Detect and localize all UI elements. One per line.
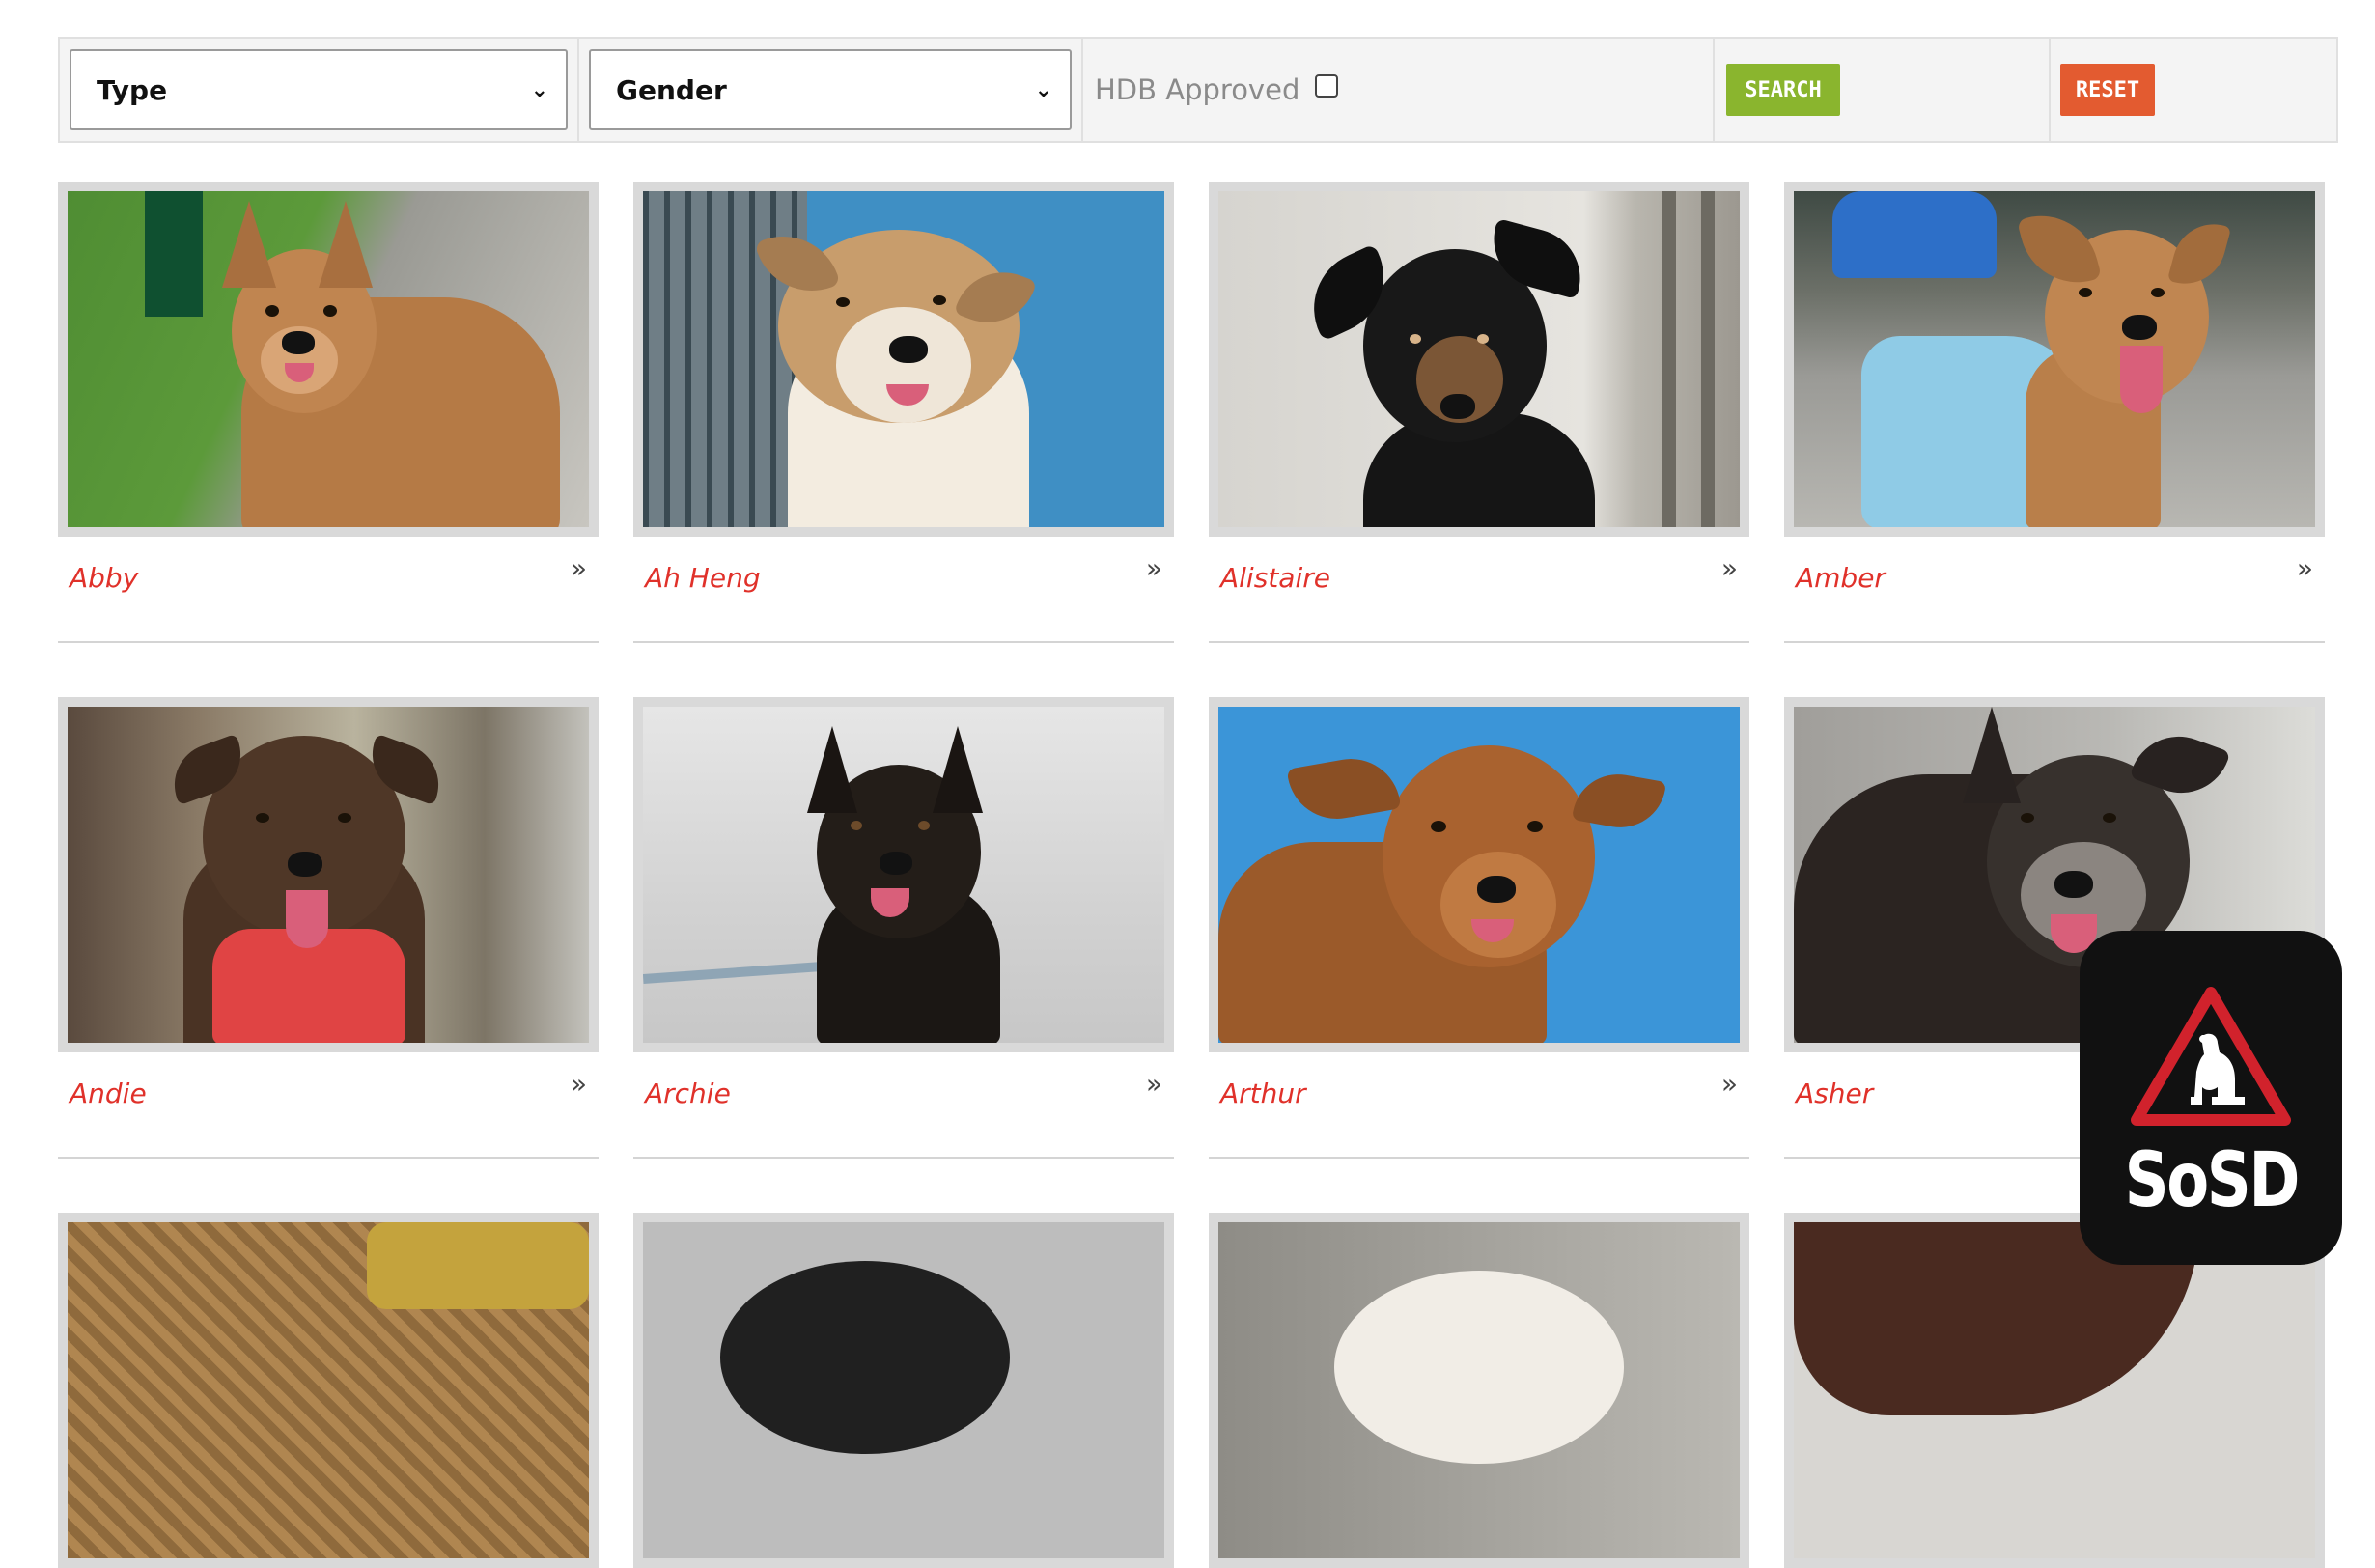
dog-name-link[interactable]: Arthur (1220, 1078, 1306, 1109)
photo-frame (58, 182, 599, 537)
photo-frame (1209, 697, 1749, 1052)
dog-card[interactable] (633, 1213, 1174, 1568)
dog-name-link[interactable]: Andie (70, 1078, 147, 1109)
hdb-approved-checkbox[interactable] (1315, 74, 1339, 98)
dog-photo[interactable] (1794, 191, 2315, 527)
dog-name-link[interactable]: Alistaire (1220, 562, 1330, 594)
dog-caption: Andie » (58, 1052, 599, 1159)
search-button[interactable]: SEARCH (1726, 64, 1840, 116)
dog-photo[interactable] (68, 191, 589, 527)
dog-caption: Ah Heng » (633, 537, 1174, 643)
dog-caption: Amber » (1784, 537, 2325, 643)
photo-frame (633, 182, 1174, 537)
double-chevron-right-icon[interactable]: » (1146, 1068, 1162, 1100)
dog-card[interactable]: Andie » (58, 697, 599, 1159)
dog-card[interactable]: Amber » (1784, 182, 2325, 643)
dog-caption: Arthur » (1209, 1052, 1749, 1159)
double-chevron-right-icon[interactable]: » (1721, 1068, 1738, 1100)
dog-photo[interactable] (643, 707, 1164, 1043)
dog-photo[interactable] (1218, 191, 1740, 527)
sosd-logo-text: SoSD (2124, 1137, 2300, 1224)
double-chevron-right-icon[interactable]: » (571, 1068, 587, 1100)
gender-filter-cell: Gender ⌄ (579, 39, 1083, 141)
dog-card[interactable] (1784, 1213, 2325, 1568)
dog-card[interactable]: Archie » (633, 697, 1174, 1159)
reset-cell: RESET (2051, 39, 2336, 141)
gender-select-value: Gender (616, 73, 727, 106)
photo-frame (1209, 182, 1749, 537)
photo-frame (1784, 182, 2325, 537)
photo-frame (58, 1213, 599, 1568)
hdb-approved-label: HDB Approved (1095, 73, 1300, 106)
dog-name-link[interactable]: Amber (1796, 562, 1886, 594)
double-chevron-right-icon[interactable]: » (1146, 552, 1162, 584)
dog-photo[interactable] (643, 191, 1164, 527)
dog-caption: Alistaire » (1209, 537, 1749, 643)
dog-photo[interactable] (1794, 1222, 2315, 1558)
dog-card[interactable]: Alistaire » (1209, 182, 1749, 643)
chevron-down-icon: ⌄ (1034, 77, 1052, 102)
photo-frame (1209, 1213, 1749, 1568)
dog-name-link[interactable]: Asher (1796, 1078, 1873, 1109)
dog-photo[interactable] (68, 1222, 589, 1558)
double-chevron-right-icon[interactable]: » (1721, 552, 1738, 584)
photo-frame (633, 1213, 1174, 1568)
double-chevron-right-icon[interactable]: » (2297, 552, 2313, 584)
dog-card[interactable]: Arthur » (1209, 697, 1749, 1159)
type-select[interactable]: Type ⌄ (70, 49, 568, 130)
photo-frame (633, 697, 1174, 1052)
dog-caption: Abby » (58, 537, 599, 643)
dog-name-link[interactable]: Abby (70, 562, 138, 594)
photo-frame (1784, 1213, 2325, 1568)
dog-photo[interactable] (1218, 707, 1740, 1043)
reset-button[interactable]: RESET (2060, 64, 2155, 116)
hdb-filter-cell: HDB Approved (1083, 39, 1715, 141)
chevron-down-icon: ⌄ (530, 77, 548, 102)
dog-name-link[interactable]: Archie (645, 1078, 731, 1109)
dog-card[interactable] (58, 1213, 599, 1568)
type-filter-cell: Type ⌄ (60, 39, 579, 141)
dog-card[interactable]: Ah Heng » (633, 182, 1174, 643)
dog-warning-triangle-icon (2131, 987, 2291, 1126)
double-chevron-right-icon[interactable]: » (571, 552, 587, 584)
search-cell: SEARCH (1715, 39, 2051, 141)
dog-photo[interactable] (1218, 1222, 1740, 1558)
dog-card[interactable]: Abby » (58, 182, 599, 643)
dog-photo[interactable] (68, 707, 589, 1043)
filter-bar: Type ⌄ Gender ⌄ HDB Approved SEARCH RESE… (58, 37, 2338, 143)
photo-frame (58, 697, 599, 1052)
dog-name-link[interactable]: Ah Heng (645, 562, 761, 594)
dog-card[interactable] (1209, 1213, 1749, 1568)
dog-photo[interactable] (643, 1222, 1164, 1558)
sosd-badge[interactable]: SoSD (2080, 931, 2342, 1265)
dog-caption: Archie » (633, 1052, 1174, 1159)
type-select-value: Type (97, 73, 168, 106)
gender-select[interactable]: Gender ⌄ (589, 49, 1072, 130)
